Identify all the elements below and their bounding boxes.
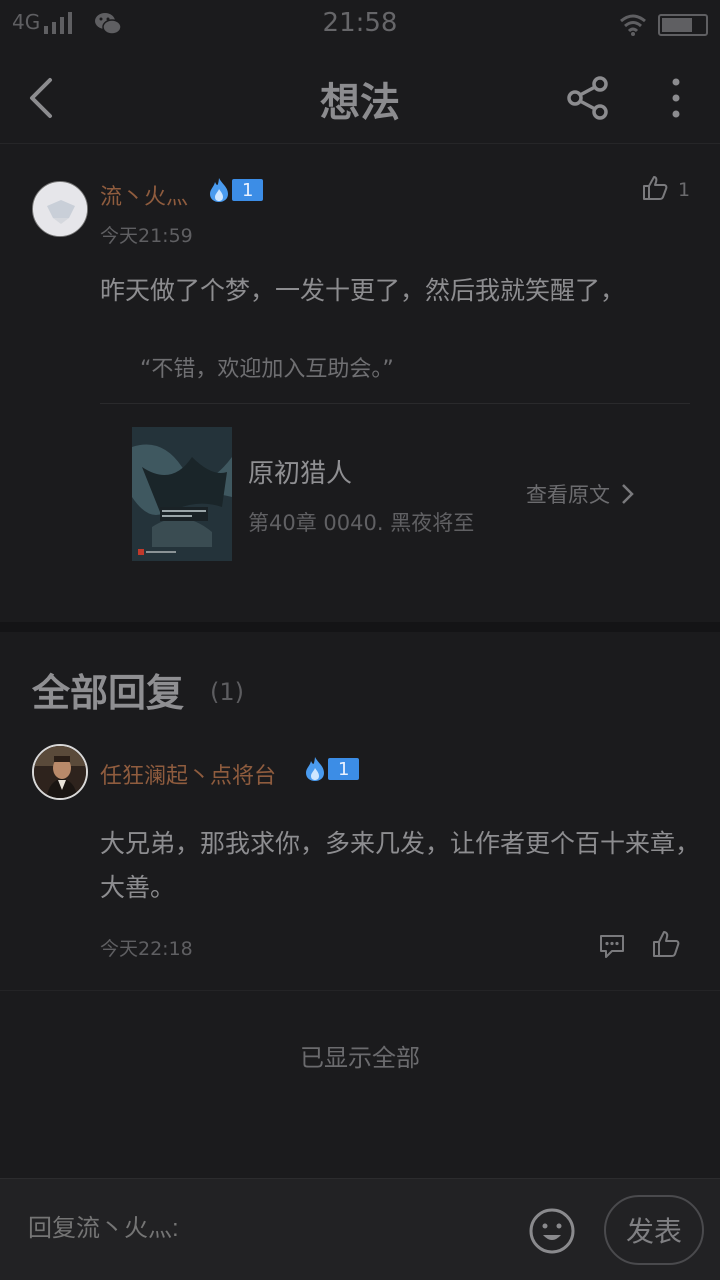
avatar-image: [34, 746, 86, 798]
book-title[interactable]: 原初猎人: [248, 453, 352, 490]
replies-title: 全部回复: [32, 670, 185, 715]
post-author-name[interactable]: 流丶火灬: [100, 179, 188, 211]
emoji-icon[interactable]: [528, 1207, 576, 1255]
book-chapter: 第40章 0040. 黑夜将至: [248, 511, 475, 535]
level-badge: 1: [304, 756, 360, 782]
level-badge: 1: [208, 177, 264, 203]
view-original-link[interactable]: 查看原文: [526, 479, 634, 509]
battery-level: [662, 18, 693, 32]
more-icon[interactable]: [662, 76, 690, 120]
all-shown-label: 已显示全部: [300, 1044, 420, 1072]
reply-author-name[interactable]: 任狂澜起丶点将台: [100, 758, 276, 790]
status-time: 21:58: [322, 8, 398, 38]
post-text: 昨天做了个梦，一发十更了，然后我就笑醒了，: [100, 276, 626, 305]
page-title: 想法: [320, 79, 400, 126]
replies-count: (1): [210, 678, 244, 706]
wifi-icon: [620, 14, 646, 36]
reply-time: 今天22:18: [100, 938, 193, 960]
status-bar: 4G 21:58: [0, 0, 720, 50]
share-icon[interactable]: [566, 76, 610, 120]
post-card: 流丶火灬 1 今天21:59 1 昨天做了个梦，一发十更了，然后我就笑醒了， “…: [0, 145, 720, 630]
chevron-right-icon: [622, 484, 634, 504]
like-count: 1: [678, 179, 691, 201]
level-number: 1: [328, 758, 360, 780]
thumbs-up-icon[interactable]: [652, 930, 680, 958]
reply-input[interactable]: [28, 1215, 488, 1243]
reply-text: 大兄弟，那我求你，多来几发，让作者更个百十来章，大善。: [100, 829, 701, 902]
battery-icon: [658, 14, 708, 36]
send-button[interactable]: 发表: [604, 1195, 704, 1265]
divider: [100, 403, 690, 404]
post-time: 今天21:59: [100, 225, 193, 247]
level-number: 1: [232, 179, 264, 201]
view-original-label: 查看原文: [526, 483, 610, 507]
avatar-image: [34, 183, 87, 236]
post-author-avatar[interactable]: [32, 181, 88, 237]
reply-author-avatar[interactable]: [32, 744, 88, 800]
flame-icon: [210, 178, 228, 202]
flame-icon: [306, 757, 324, 781]
divider: [0, 990, 720, 991]
book-cover-art: [132, 427, 232, 561]
reply-bar: 发表: [0, 1178, 720, 1280]
book-cover[interactable]: [132, 427, 232, 561]
replies-section: 全部回复 (1) 任狂澜起丶点将台 1 大兄弟，那我求你，多来几发，让作者更个百…: [0, 632, 720, 1172]
quoted-text: “不错，欢迎加入互助会。”: [140, 357, 394, 382]
thumbs-up-icon[interactable]: [642, 175, 668, 201]
comment-icon[interactable]: [598, 932, 626, 960]
section-divider: [0, 622, 720, 632]
nav-bar: 想法: [0, 50, 720, 144]
